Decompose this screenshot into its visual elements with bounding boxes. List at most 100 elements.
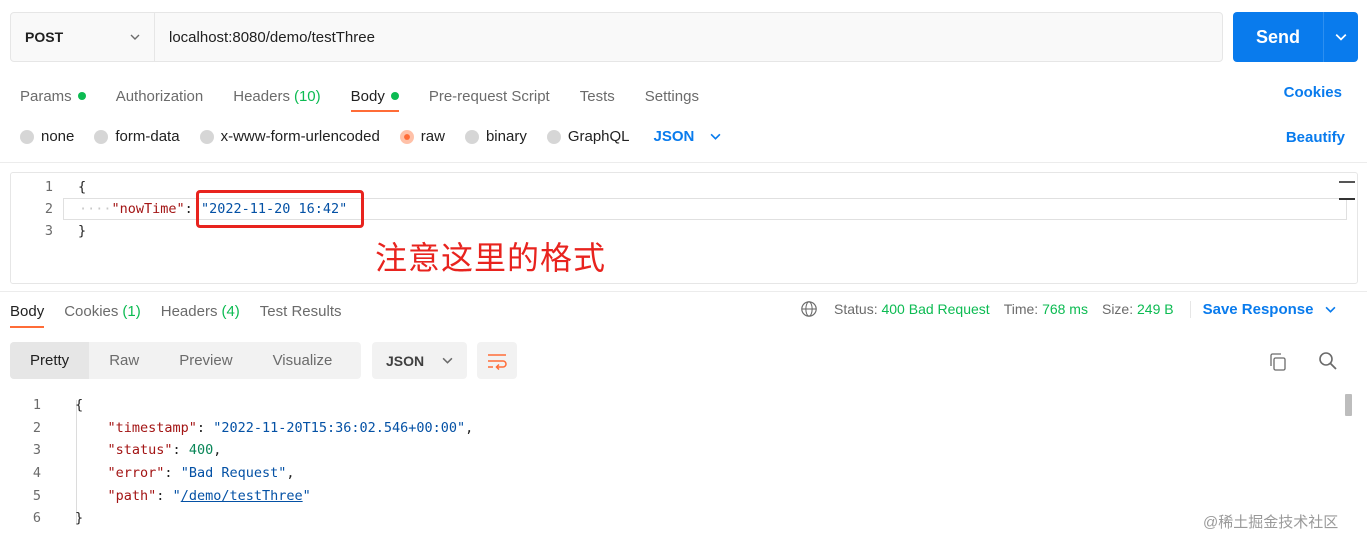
tab-label: Authorization — [115, 87, 204, 105]
chevron-down-icon — [442, 357, 453, 364]
code-text: } — [78, 223, 87, 239]
radio-none[interactable]: none — [20, 128, 74, 145]
json-key: "nowTime" — [111, 201, 185, 217]
json-value: "2022-11-20T15:36:02.546+00:00" — [213, 419, 466, 436]
method-select[interactable]: POST — [11, 13, 155, 61]
body-format-select[interactable]: JSON — [654, 128, 722, 145]
json-quote: " — [172, 487, 181, 504]
code-text: } — [75, 510, 84, 527]
view-visualize[interactable]: Visualize — [253, 342, 353, 379]
line-number: 4 — [32, 465, 41, 482]
path-link[interactable]: /demo/testThree — [181, 488, 303, 504]
response-view-toggle: Pretty Raw Preview Visualize — [10, 342, 361, 379]
chevron-down-icon — [130, 34, 140, 40]
radio-binary[interactable]: binary — [464, 128, 527, 145]
tab-label: Pre-request Script — [428, 87, 550, 105]
json-value: "Bad Request" — [180, 465, 287, 482]
tab-settings[interactable]: Settings — [645, 82, 699, 110]
view-preview[interactable]: Preview — [159, 342, 252, 379]
radio-icon — [94, 129, 109, 144]
code-text: "path": "/demo/testThree" — [107, 487, 311, 504]
tab-response-headers[interactable]: Headers (4) — [161, 298, 240, 324]
tab-response-body[interactable]: Body — [10, 298, 45, 328]
beautify-button[interactable]: Beautify — [1286, 129, 1345, 146]
radio-icon — [199, 129, 214, 144]
radio-graphql[interactable]: GraphQL — [546, 128, 630, 145]
radio-icon — [20, 129, 34, 144]
cookies-link[interactable]: Cookies — [1284, 84, 1342, 101]
copy-icon[interactable] — [1268, 352, 1288, 372]
radio-urlencoded[interactable]: x-www-form-urlencoded — [199, 128, 380, 145]
response-format-label: JSON — [386, 352, 425, 369]
code-line: 2 "timestamp": "2022-11-20T15:36:02.546+… — [0, 417, 1367, 440]
response-size[interactable]: Size: 249 B — [1102, 301, 1174, 317]
code-line: 1 { — [0, 394, 1367, 417]
json-key: "path" — [107, 487, 157, 504]
tab-body[interactable]: Body — [350, 82, 400, 112]
status-label: Status: — [834, 301, 878, 317]
tab-tests[interactable]: Tests — [580, 82, 615, 110]
code-text: "timestamp": "2022-11-20T15:36:02.546+00… — [107, 419, 474, 436]
wrap-lines-button[interactable] — [477, 342, 517, 379]
time-label: Time: — [1003, 301, 1039, 317]
tab-response-cookies[interactable]: Cookies (1) — [64, 298, 141, 324]
radio-label: x-www-form-urlencoded — [220, 128, 380, 145]
tab-test-results[interactable]: Test Results — [260, 298, 342, 324]
chevron-down-icon — [1335, 34, 1347, 41]
radio-selected-icon — [399, 129, 414, 144]
request-body-editor[interactable]: 1 { 2 ···· "nowTime": "2022-11-20 16:42" … — [10, 172, 1358, 284]
line-number: 2 — [44, 201, 53, 217]
code-line: 4 "error": "Bad Request", — [0, 462, 1367, 485]
annotation-text: 注意这里的格式 — [375, 239, 607, 277]
radio-label: none — [41, 128, 75, 145]
chevron-down-icon — [1326, 306, 1336, 313]
json-key: "status" — [107, 442, 173, 459]
tab-authorization[interactable]: Authorization — [116, 82, 204, 110]
send-button-group: Send — [1233, 12, 1358, 62]
json-key: "error" — [107, 465, 165, 482]
code-text: "error": "Bad Request", — [107, 465, 295, 482]
active-dot-icon — [77, 92, 86, 100]
scrollbar-mark — [1339, 181, 1355, 183]
tab-headers[interactable]: Headers (10) — [233, 82, 320, 110]
radio-icon — [464, 129, 479, 144]
radio-raw[interactable]: raw — [399, 128, 445, 145]
json-quote: " — [302, 487, 311, 504]
time-value: 768 ms — [1042, 301, 1088, 317]
response-tabs: Body Cookies (1) Headers (4) Test Results — [10, 298, 362, 328]
status-code[interactable]: Status: 400 Bad Request — [834, 301, 990, 317]
code-text: { — [78, 179, 87, 195]
radio-form-data[interactable]: form-data — [94, 128, 180, 145]
globe-icon[interactable] — [800, 300, 818, 318]
request-bar: POST localhost:8080/demo/testThree — [10, 12, 1223, 62]
radio-icon — [546, 129, 561, 144]
code-line: 3 "status": 400, — [0, 439, 1367, 462]
response-format-select[interactable]: JSON — [372, 342, 467, 379]
body-type-radios: none form-data x-www-form-urlencoded raw… — [20, 128, 721, 145]
tab-label: Params — [20, 87, 72, 105]
radio-label: binary — [485, 128, 527, 145]
response-body[interactable]: 1 { 2 "timestamp": "2022-11-20T15:36:02.… — [0, 394, 1367, 537]
request-tabs: Params Authorization Headers (10) Body Pr… — [20, 82, 729, 112]
save-response-label: Save Response — [1202, 300, 1314, 318]
line-number: 5 — [32, 487, 41, 504]
view-pretty[interactable]: Pretty — [10, 342, 90, 379]
tab-count: (10) — [293, 87, 321, 105]
view-raw[interactable]: Raw — [89, 342, 159, 379]
tab-pre-request-script[interactable]: Pre-request Script — [429, 82, 550, 110]
watermark: @稀土掘金技术社区 — [1203, 514, 1339, 531]
save-response-button[interactable]: Save Response — [1189, 300, 1337, 318]
search-icon[interactable] — [1318, 351, 1338, 371]
line-number: 2 — [32, 419, 41, 436]
tab-params[interactable]: Params — [20, 82, 86, 110]
tab-label: Headers — [160, 302, 218, 320]
response-time[interactable]: Time: 768 ms — [1004, 301, 1088, 317]
send-options-button[interactable] — [1323, 12, 1358, 62]
highlight-box — [196, 190, 364, 228]
json-key: "timestamp" — [107, 419, 197, 436]
send-button[interactable]: Send — [1233, 12, 1323, 62]
url-input[interactable]: localhost:8080/demo/testThree — [155, 29, 1222, 46]
chevron-down-icon — [710, 133, 721, 140]
tab-label: Settings — [644, 87, 699, 105]
json-value: 400 — [188, 442, 214, 459]
